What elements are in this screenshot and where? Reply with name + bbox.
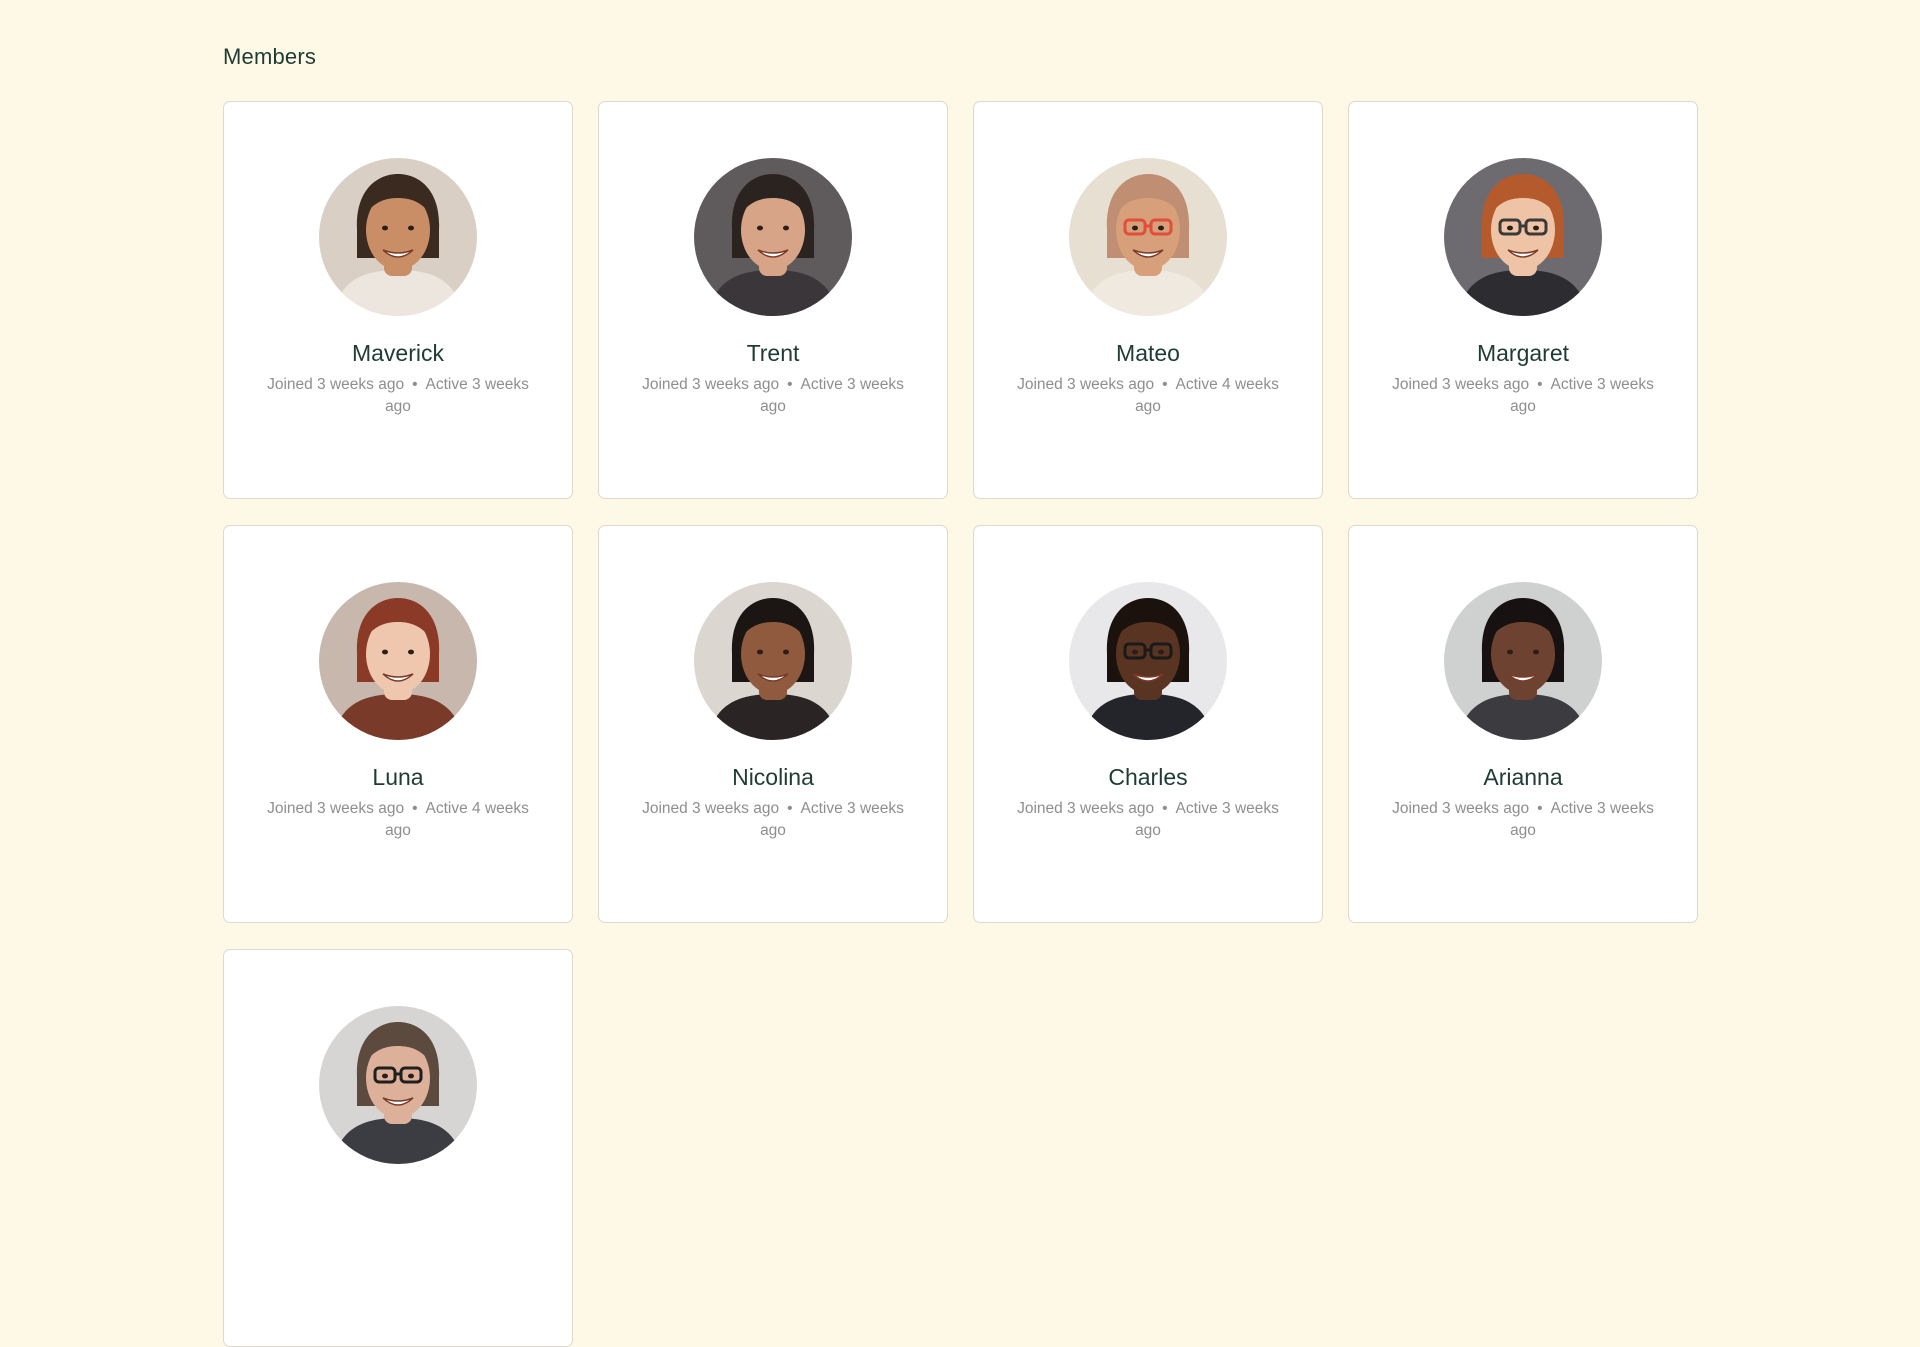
avatar-portrait-icon — [1444, 582, 1602, 740]
avatar — [694, 582, 852, 740]
avatar-portrait-icon — [319, 582, 477, 740]
member-name: Nicolina — [732, 764, 814, 790]
avatar-portrait-icon — [694, 158, 852, 316]
member-activity: Joined 3 weeks ago • Active 3 weeks ago — [628, 798, 918, 842]
avatar-portrait-icon — [1069, 158, 1227, 316]
member-card[interactable]: Charles Joined 3 weeks ago • Active 3 week… — [973, 525, 1323, 923]
active-text: Active 3 weeks ago — [1135, 800, 1279, 839]
joined-text: Joined 3 weeks ago — [1017, 376, 1155, 393]
member-activity: Joined 3 weeks ago • Active 4 weeks ago — [253, 798, 543, 842]
member-card[interactable]: Trent Joined 3 weeks ago • Active 3 weeks … — [598, 101, 948, 499]
joined-text: Joined 3 weeks ago — [642, 800, 780, 817]
joined-text: Joined 3 weeks ago — [267, 800, 405, 817]
separator-dot: • — [1537, 800, 1543, 817]
avatar — [319, 158, 477, 316]
member-name: Arianna — [1483, 764, 1563, 790]
avatar — [1069, 582, 1227, 740]
avatar-portrait-icon — [694, 582, 852, 740]
active-text: Active 3 weeks ago — [1510, 800, 1654, 839]
member-card[interactable]: Margaret Joined 3 weeks ago • Active 3 wee… — [1348, 101, 1698, 499]
section-title: Members — [223, 44, 317, 69]
separator-dot: • — [412, 800, 418, 817]
member-card[interactable]: Arianna Joined 3 weeks ago • Active 3 week… — [1348, 525, 1698, 923]
avatar-portrait-icon — [1069, 582, 1227, 740]
avatar — [319, 582, 477, 740]
member-card[interactable]: Luna Joined 3 weeks ago • Active 4 weeks a… — [223, 525, 573, 923]
avatar-portrait-icon — [1444, 158, 1602, 316]
member-name: Trent — [746, 340, 800, 366]
active-text: Active 4 weeks ago — [1135, 376, 1279, 415]
separator-dot: • — [787, 800, 793, 817]
joined-text: Joined 3 weeks ago — [1392, 376, 1530, 393]
avatar — [1069, 158, 1227, 316]
active-text: Active 3 weeks ago — [760, 376, 904, 415]
active-text: Active 4 weeks ago — [385, 800, 529, 839]
member-name: Mateo — [1116, 340, 1180, 366]
active-text: Active 3 weeks ago — [760, 800, 904, 839]
active-text: Active 3 weeks ago — [385, 376, 529, 415]
member-name: Margaret — [1476, 340, 1570, 366]
joined-text: Joined 3 weeks ago — [642, 376, 780, 393]
avatar — [694, 158, 852, 316]
members-grid: Maverick Joined 3 weeks ago • Active 3 wee… — [223, 101, 1698, 1347]
avatar — [1444, 158, 1602, 316]
member-activity: Joined 3 weeks ago • Active 3 weeks ago — [1003, 798, 1293, 842]
member-card[interactable] — [223, 949, 573, 1347]
avatar-portrait-icon — [319, 1006, 477, 1164]
member-name: Charles — [1108, 764, 1188, 790]
member-card[interactable]: Maverick Joined 3 weeks ago • Active 3 wee… — [223, 101, 573, 499]
separator-dot: • — [412, 376, 418, 393]
member-card[interactable]: Mateo Joined 3 weeks ago • Active 4 weeks … — [973, 101, 1323, 499]
member-activity: Joined 3 weeks ago • Active 4 weeks ago — [1003, 374, 1293, 418]
separator-dot: • — [1537, 376, 1543, 393]
separator-dot: • — [787, 376, 793, 393]
avatar — [319, 1006, 477, 1164]
member-activity: Joined 3 weeks ago • Active 3 weeks ago — [1378, 798, 1668, 842]
member-name: Maverick — [351, 340, 444, 366]
member-card[interactable]: Nicolina Joined 3 weeks ago • Active 3 wee… — [598, 525, 948, 923]
joined-text: Joined 3 weeks ago — [1392, 800, 1530, 817]
member-activity: Joined 3 weeks ago • Active 3 weeks ago — [628, 374, 918, 418]
member-activity: Joined 3 weeks ago • Active 3 weeks ago — [253, 374, 543, 418]
joined-text: Joined 3 weeks ago — [267, 376, 405, 393]
avatar-portrait-icon — [319, 158, 477, 316]
avatar — [1444, 582, 1602, 740]
separator-dot: • — [1162, 376, 1168, 393]
joined-text: Joined 3 weeks ago — [1017, 800, 1155, 817]
member-activity: Joined 3 weeks ago • Active 3 weeks ago — [1378, 374, 1668, 418]
separator-dot: • — [1162, 800, 1168, 817]
active-text: Active 3 weeks ago — [1510, 376, 1654, 415]
member-name: Luna — [372, 764, 424, 790]
